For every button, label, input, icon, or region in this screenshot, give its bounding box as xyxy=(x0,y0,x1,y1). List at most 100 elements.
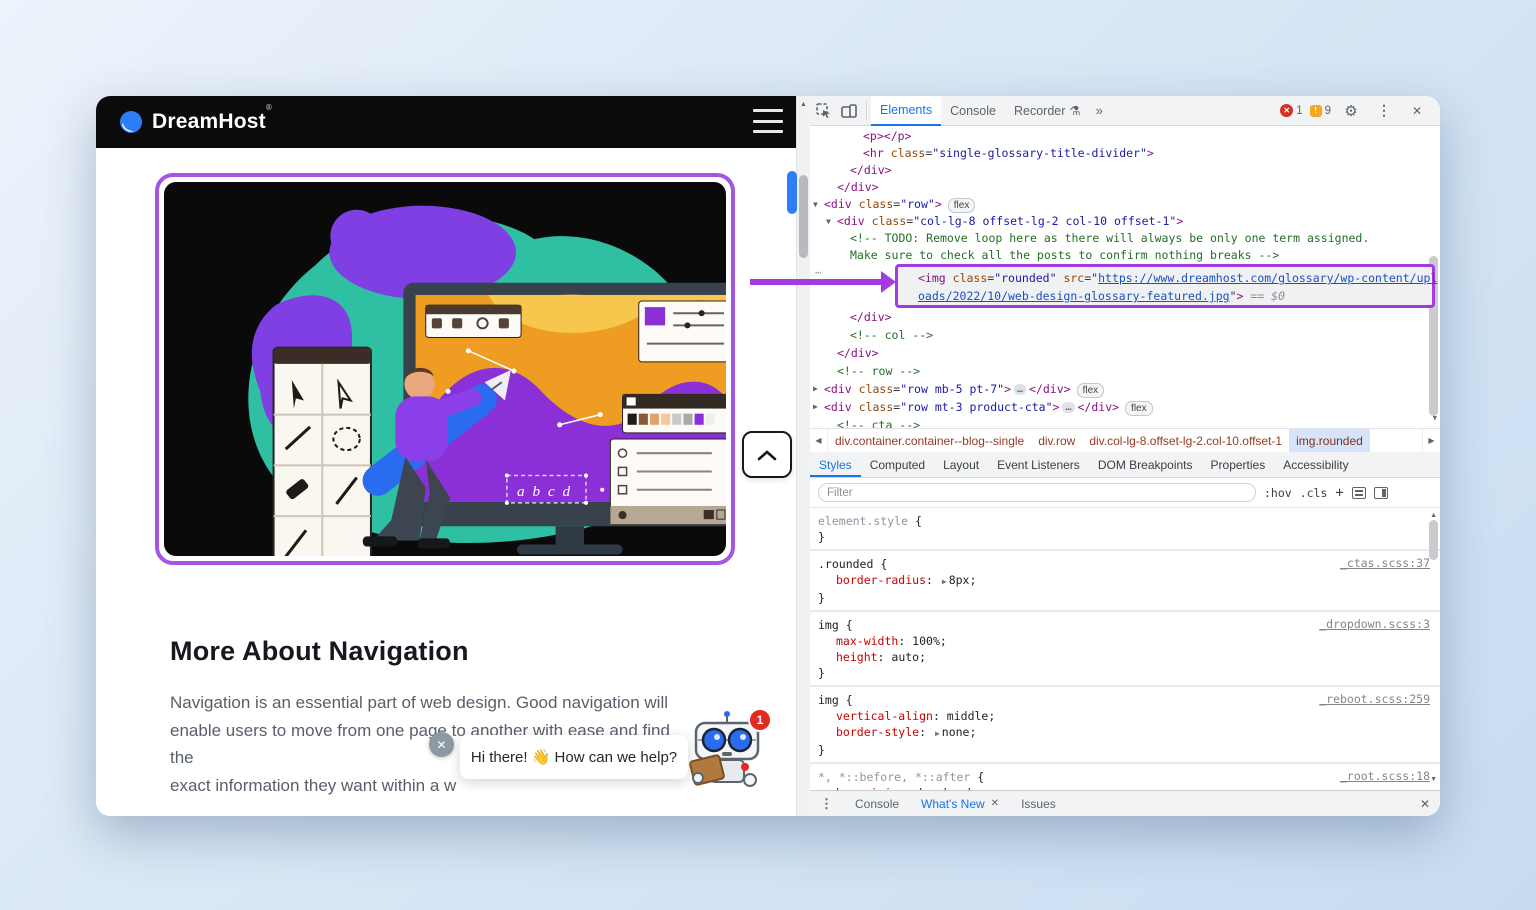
styles-tab-styles[interactable]: Styles xyxy=(810,452,861,477)
devtools-tab-elements[interactable]: Elements xyxy=(871,96,941,126)
scrollbar-up-arrow[interactable]: ▲ xyxy=(800,101,807,108)
stylesheet-source-link[interactable]: _reboot.scss:259 xyxy=(1319,692,1430,706)
dom-tree: ⋯ <img class="rounded" src="https://www.… xyxy=(810,126,1440,428)
breadcrumb-left-arrow[interactable]: ◀ xyxy=(810,429,828,452)
breadcrumb-right-arrow[interactable]: ▶ xyxy=(1422,429,1440,452)
chat-message-bubble[interactable]: Hi there! 👋 How can we help? xyxy=(460,735,688,779)
devtools-tabs: ElementsConsoleRecorder ⚗ xyxy=(871,96,1090,126)
chat-close-button[interactable]: ✕ xyxy=(429,732,454,757)
css-property[interactable]: height: auto; xyxy=(818,649,1432,665)
dom-tree-line[interactable]: <!-- row --> xyxy=(810,362,1440,380)
settings-gear-icon[interactable]: ⚙ xyxy=(1338,98,1364,124)
css-rule[interactable]: .rounded {_ctas.scss:37border-radius: ▶8… xyxy=(810,551,1440,612)
new-style-rule-icon[interactable]: + xyxy=(1335,485,1343,501)
inspected-image-highlight: a b c d xyxy=(155,173,735,565)
breadcrumb-item[interactable]: img.rounded xyxy=(1289,429,1370,452)
dom-tree-line[interactable]: <hr class="single-glossary-title-divider… xyxy=(810,145,1440,162)
dom-tree-line[interactable]: ▶<div class="row mt-3 product-cta">…</di… xyxy=(810,398,1440,416)
drawer-menu-icon[interactable]: ⋮ xyxy=(820,796,833,812)
dom-tree-line[interactable]: <!-- TODO: Remove loop here as there wil… xyxy=(810,230,1440,247)
css-rule[interactable]: element.style {} xyxy=(810,508,1440,551)
styles-tab-accessibility[interactable]: Accessibility xyxy=(1274,452,1357,477)
scroll-to-top-button[interactable] xyxy=(742,431,792,478)
flex-badge[interactable]: flex xyxy=(948,198,976,213)
css-rule[interactable]: img {_reboot.scss:259vertical-align: mid… xyxy=(810,687,1440,764)
styles-tab-computed[interactable]: Computed xyxy=(861,452,934,477)
devtools-tab-console[interactable]: Console xyxy=(941,96,1005,126)
hamburger-menu-icon[interactable] xyxy=(753,109,783,133)
collapsed-content-button[interactable]: … xyxy=(1014,384,1026,395)
drawer-tab-what-s-new[interactable]: What's New✕ xyxy=(911,791,1009,817)
styles-tab-properties[interactable]: Properties xyxy=(1202,452,1275,477)
styles-scroll-up-arrow[interactable]: ▲ xyxy=(1430,512,1437,519)
dom-tree-line[interactable]: ▼<div class="row">flex xyxy=(810,196,1440,213)
collapsed-content-button[interactable]: … xyxy=(1062,402,1074,413)
expand-value-arrow[interactable]: ▶ xyxy=(942,577,947,586)
styles-scrollbar-thumb[interactable] xyxy=(1429,520,1438,560)
dom-tree-line[interactable]: </div> xyxy=(810,179,1440,196)
breadcrumb-item[interactable]: div.row xyxy=(1031,429,1082,452)
css-rule[interactable]: img {_dropdown.scss:3max-width: 100%;hei… xyxy=(810,612,1440,687)
flex-badge[interactable]: flex xyxy=(1125,401,1153,416)
toolbar-right: ✕1 !9 ⚙ ⋮ ✕ xyxy=(1280,98,1440,124)
more-tabs-icon[interactable]: » xyxy=(1090,103,1109,118)
breadcrumb-item[interactable]: div.col-lg-8.offset-lg-2.col-10.offset-1 xyxy=(1082,429,1289,452)
expand-arrow-open[interactable]: ▼ xyxy=(826,213,831,230)
node-options-dots[interactable]: ⋯ xyxy=(815,266,823,279)
scrollbar-thumb[interactable] xyxy=(799,175,808,258)
dom-tree-line[interactable]: <!-- cta --> xyxy=(810,416,1440,428)
stylesheet-source-link[interactable]: _root.scss:18 xyxy=(1340,769,1430,783)
dom-tree-line[interactable]: <p></p> xyxy=(810,128,1440,145)
computed-styles-icon[interactable] xyxy=(1352,487,1366,499)
dom-tree-line[interactable]: ▶<div class="row mb-5 pt-7">…</div>flex xyxy=(810,380,1440,398)
css-property[interactable]: vertical-align: middle; xyxy=(818,708,1432,724)
dom-tree-line[interactable]: </div> xyxy=(810,344,1440,362)
css-rule[interactable]: *, *::before, *::after {_root.scss:18box… xyxy=(810,764,1440,790)
styles-filter-input[interactable] xyxy=(818,483,1256,502)
dom-tree-line[interactable]: Make sure to check all the posts to conf… xyxy=(810,247,1440,264)
devtools-panel: ElementsConsoleRecorder ⚗ » ✕1 !9 ⚙ ⋮ ✕ … xyxy=(810,96,1440,816)
dom-tree-line[interactable]: ▼<div class="col-lg-8 offset-lg-2 col-10… xyxy=(810,213,1440,230)
devtools-menu-icon[interactable]: ⋮ xyxy=(1371,98,1397,124)
css-property[interactable]: border-style: ▶none; xyxy=(818,724,1432,742)
inspect-element-icon[interactable] xyxy=(810,98,836,124)
styles-scroll-down-arrow[interactable]: ▼ xyxy=(1430,776,1437,783)
expand-arrow-closed[interactable]: ▶ xyxy=(813,398,818,416)
browser-window: DreamHost® xyxy=(96,96,1440,816)
brand-name: DreamHost® xyxy=(152,110,272,134)
highlighted-img-element[interactable]: <img class="rounded" src="https://www.dr… xyxy=(895,264,1435,308)
devtools-close-icon[interactable]: ✕ xyxy=(1404,98,1430,124)
drawer-tab-console[interactable]: Console xyxy=(845,791,909,817)
warning-badge[interactable]: !9 xyxy=(1310,105,1331,117)
toggle-sidebar-icon[interactable] xyxy=(1374,487,1388,499)
error-icon: ✕ xyxy=(1280,104,1293,117)
dreamhost-logo-icon xyxy=(118,109,144,135)
page-scrollbar[interactable]: ▲ xyxy=(796,96,810,816)
styles-tab-dom-breakpoints[interactable]: DOM Breakpoints xyxy=(1089,452,1202,477)
element-breadcrumbs: ◀div.container.container--blog--singledi… xyxy=(810,428,1440,452)
css-selector: element.style xyxy=(818,514,908,528)
dom-tree-line[interactable]: </div> xyxy=(810,162,1440,179)
error-badge[interactable]: ✕1 xyxy=(1280,104,1302,117)
toggle-classes[interactable]: .cls xyxy=(1300,486,1328,500)
drawer-tab-issues[interactable]: Issues xyxy=(1011,791,1066,817)
expand-arrow-closed[interactable]: ▶ xyxy=(813,380,818,398)
expand-value-arrow[interactable]: ▶ xyxy=(935,729,940,738)
device-toolbar-icon[interactable] xyxy=(836,98,862,124)
toggle-hover-state[interactable]: :hov xyxy=(1264,486,1292,500)
dom-tree-line[interactable]: </div> xyxy=(810,308,1440,326)
expand-arrow-open[interactable]: ▼ xyxy=(813,196,818,213)
css-property[interactable]: max-width: 100%; xyxy=(818,633,1432,649)
flex-badge[interactable]: flex xyxy=(1077,383,1105,398)
drawer-tab-close-icon[interactable]: ✕ xyxy=(991,798,999,809)
drawer-close-icon[interactable]: ✕ xyxy=(1420,797,1430,811)
dom-tree-line[interactable]: <!-- col --> xyxy=(810,326,1440,344)
dreamhost-logo[interactable]: DreamHost® xyxy=(118,109,272,135)
stylesheet-source-link[interactable]: _ctas.scss:37 xyxy=(1340,556,1430,570)
styles-tab-layout[interactable]: Layout xyxy=(934,452,988,477)
breadcrumb-item[interactable]: div.container.container--blog--single xyxy=(828,429,1031,452)
styles-tab-event-listeners[interactable]: Event Listeners xyxy=(988,452,1089,477)
css-property[interactable]: border-radius: ▶8px; xyxy=(818,572,1432,590)
devtools-tab-recorder[interactable]: Recorder ⚗ xyxy=(1005,96,1090,126)
stylesheet-source-link[interactable]: _dropdown.scss:3 xyxy=(1319,617,1430,631)
